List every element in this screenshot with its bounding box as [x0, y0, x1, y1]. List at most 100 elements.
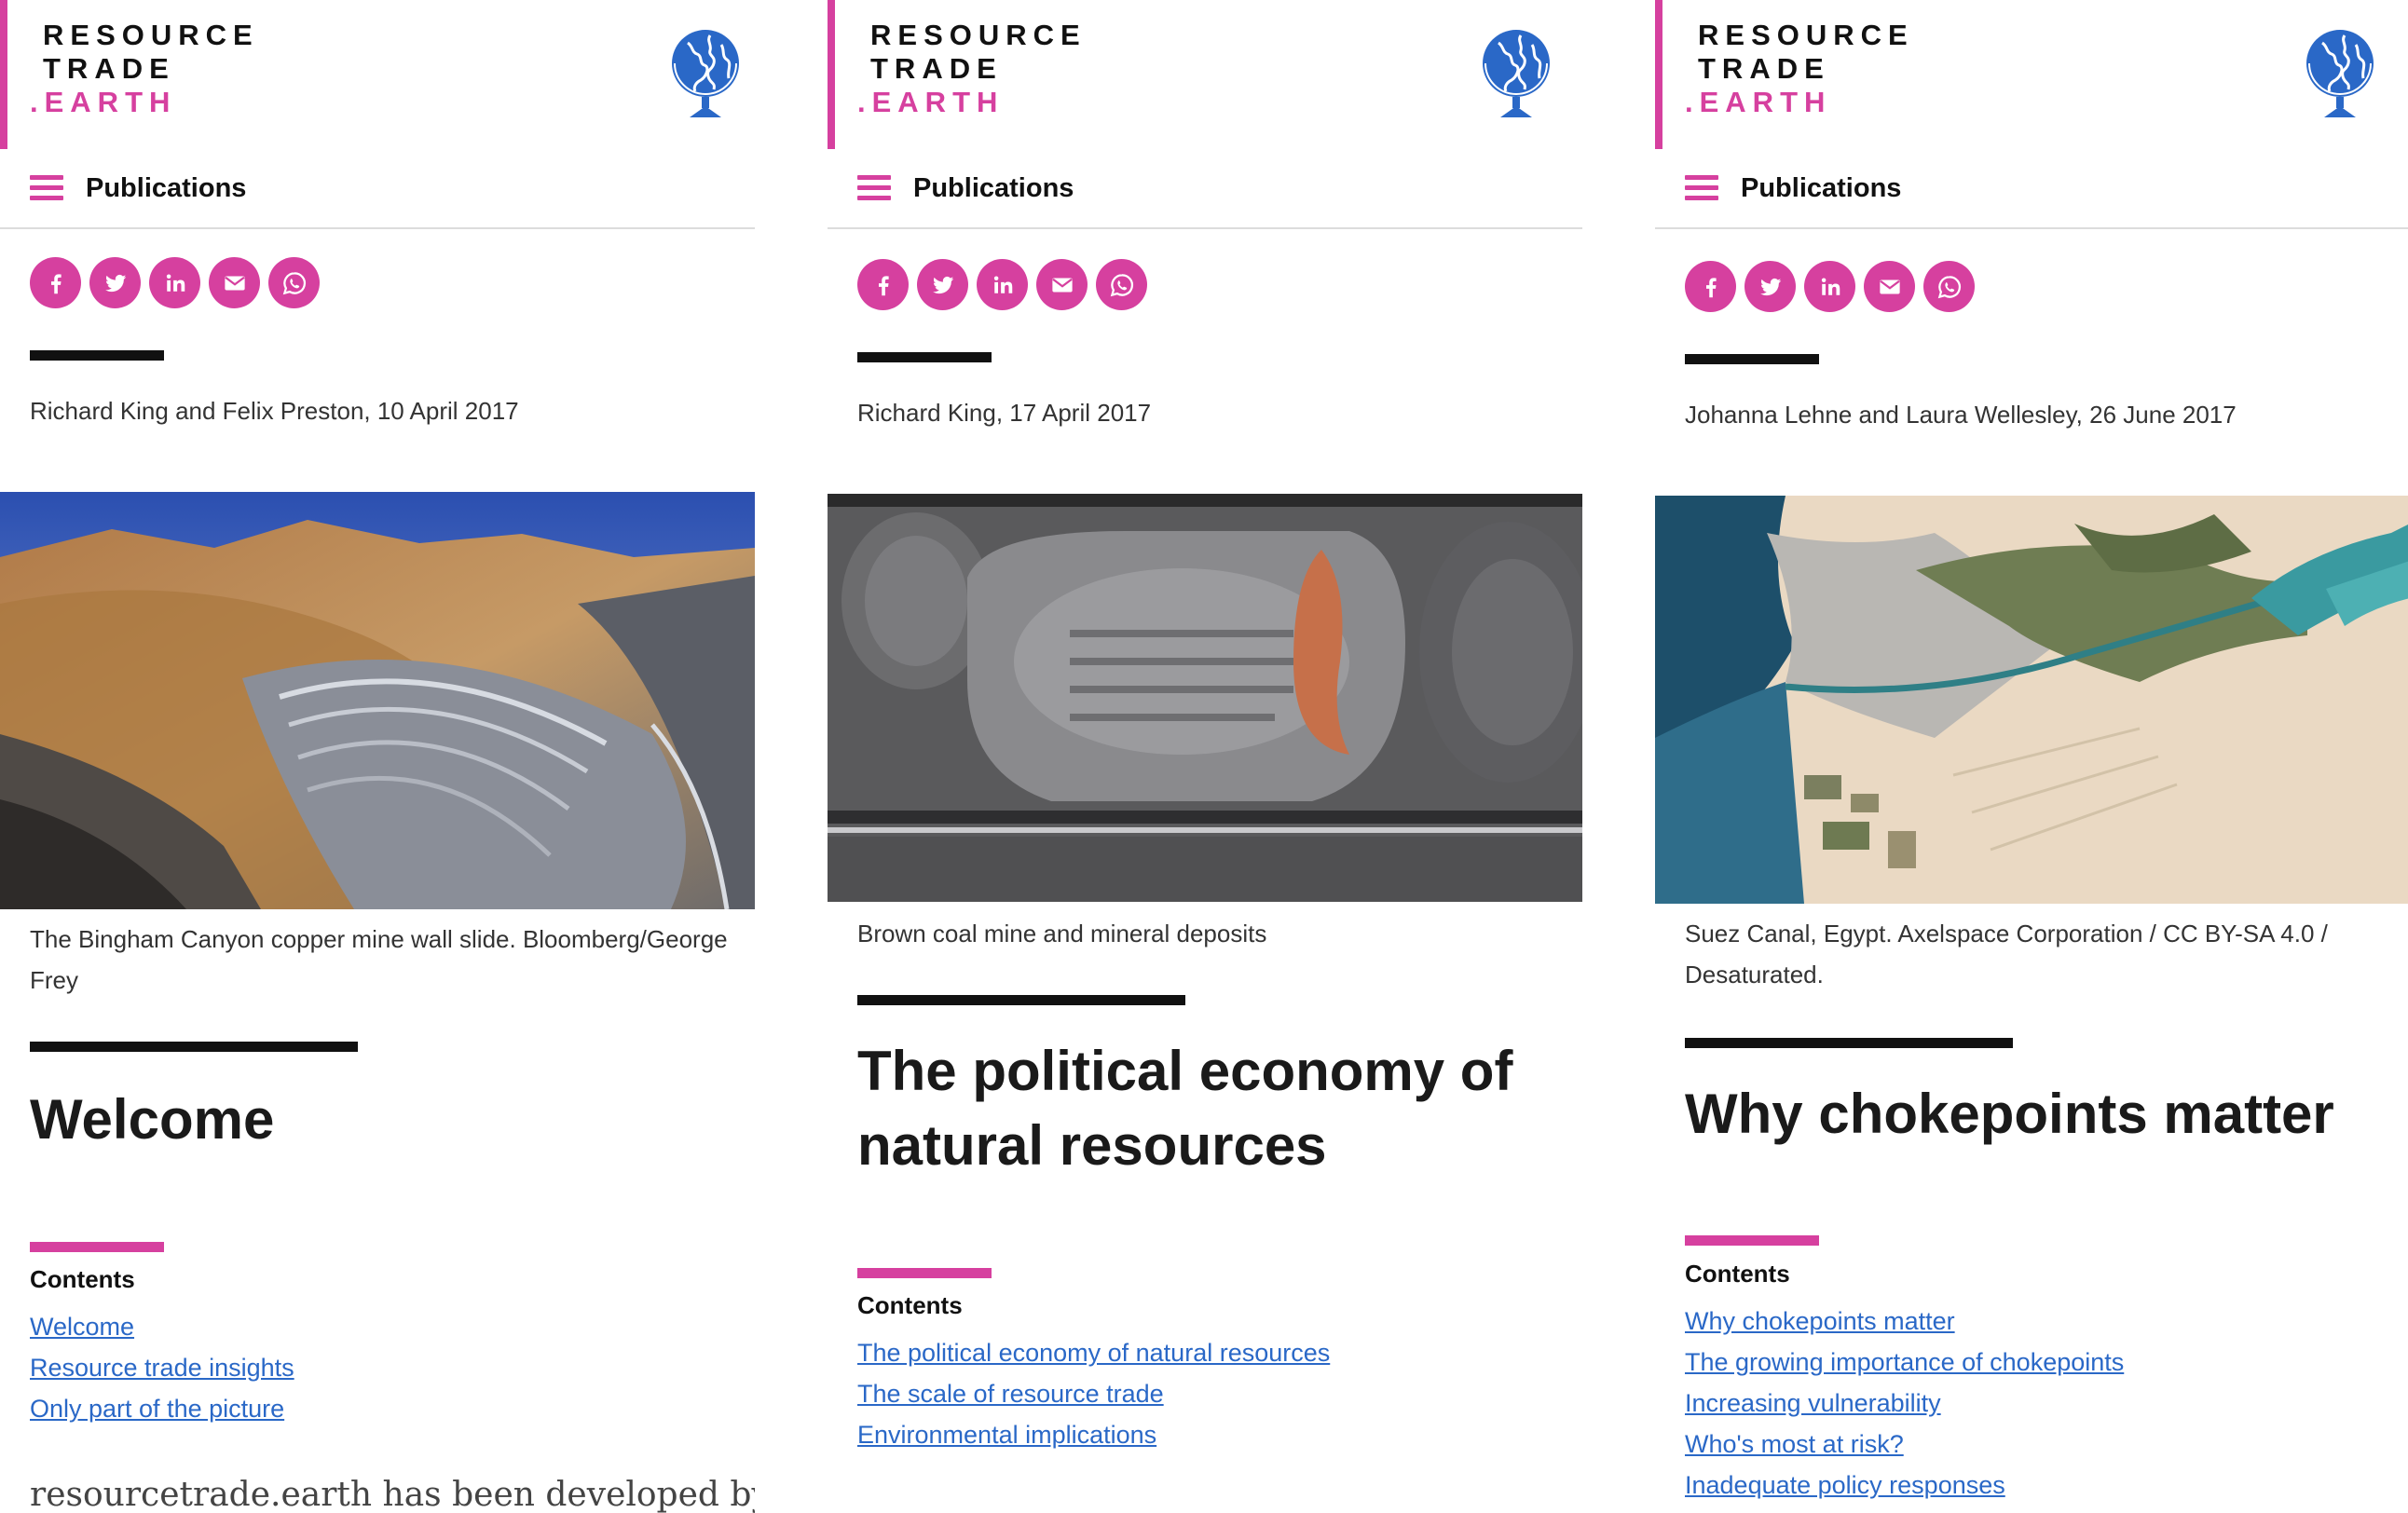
article-panel-welcome: RESOURCE TRADE .EARTH Publications Richa… — [0, 0, 755, 1513]
article-body-start: resourcetrade.earth has been developed b… — [30, 1476, 755, 1513]
hamburger-icon[interactable] — [30, 175, 63, 201]
hamburger-icon[interactable] — [1685, 175, 1718, 201]
facebook-icon[interactable] — [30, 257, 81, 308]
hero-image-copper-mine — [0, 492, 755, 909]
email-icon[interactable] — [1036, 259, 1088, 310]
twitter-icon[interactable] — [917, 259, 968, 310]
toc-item: The political economy of natural resourc… — [857, 1332, 1330, 1373]
brand-accent-bar — [0, 0, 7, 149]
globe-icon[interactable] — [667, 26, 744, 119]
contents-list: Welcome Resource trade insights Only par… — [30, 1306, 294, 1429]
contents-rule — [30, 1242, 164, 1252]
contents-heading: Contents — [1685, 1260, 1790, 1288]
share-bar — [1685, 261, 1975, 312]
publications-menu[interactable]: Publications — [30, 168, 246, 209]
share-bar — [30, 257, 320, 308]
toc-link[interactable]: Increasing vulnerability — [1685, 1389, 1941, 1417]
toc-link[interactable]: Who's most at risk? — [1685, 1430, 1904, 1458]
logo-line-1: RESOURCE — [1698, 19, 1914, 51]
logo-line-2: TRADE — [1698, 52, 1830, 85]
logo-line-1: RESOURCE — [870, 19, 1087, 51]
article-byline: Richard King and Felix Preston, 10 April… — [30, 397, 519, 425]
globe-icon[interactable] — [2302, 26, 2378, 119]
hamburger-icon[interactable] — [857, 175, 891, 201]
contents-rule — [857, 1268, 992, 1278]
image-caption: Brown coal mine and mineral deposits — [857, 920, 1267, 947]
image-caption: Suez Canal, Egypt. Axelspace Corporation… — [1685, 920, 2328, 988]
header-divider — [0, 227, 755, 229]
header-divider — [1655, 227, 2408, 229]
logo-line-3: .EARTH — [857, 86, 1005, 118]
twitter-icon[interactable] — [89, 257, 141, 308]
toc-link[interactable]: The scale of resource trade — [857, 1380, 1164, 1408]
whatsapp-icon[interactable] — [1923, 261, 1975, 312]
article-title: Welcome — [30, 1088, 275, 1151]
contents-rule — [1685, 1235, 1819, 1246]
logo-line-3: .EARTH — [1685, 86, 1832, 118]
linkedin-icon[interactable] — [1804, 261, 1855, 312]
title-rule — [30, 1042, 358, 1052]
menu-label: Publications — [913, 172, 1074, 203]
menu-label: Publications — [86, 172, 247, 203]
image-caption: The Bingham Canyon copper mine wall slid… — [30, 925, 728, 994]
whatsapp-icon[interactable] — [268, 257, 320, 308]
article-panel-political-economy: RESOURCE TRADE .EARTH Publications Richa… — [828, 0, 1582, 1513]
publications-menu[interactable]: Publications — [857, 168, 1074, 209]
toc-item: Inadequate policy responses — [1685, 1465, 2124, 1506]
toc-item: Increasing vulnerability — [1685, 1383, 2124, 1424]
facebook-icon[interactable] — [857, 259, 909, 310]
contents-list: The political economy of natural resourc… — [857, 1332, 1330, 1455]
toc-link[interactable]: Welcome — [30, 1313, 134, 1341]
brand-accent-bar — [1655, 0, 1662, 149]
logo-line-1: RESOURCE — [43, 19, 259, 51]
globe-icon[interactable] — [1478, 26, 1554, 119]
header-divider — [828, 227, 1582, 229]
linkedin-icon[interactable] — [149, 257, 200, 308]
article-byline: Richard King, 17 April 2017 — [857, 399, 1152, 427]
toc-item: Why chokepoints matter — [1685, 1301, 2124, 1342]
toc-link[interactable]: Why chokepoints matter — [1685, 1307, 1955, 1335]
email-icon[interactable] — [209, 257, 260, 308]
title-rule — [857, 995, 1185, 1005]
toc-link[interactable]: The growing importance of chokepoints — [1685, 1348, 2124, 1376]
logo-line-2: TRADE — [43, 52, 175, 85]
contents-heading: Contents — [30, 1265, 135, 1293]
brand-accent-bar — [828, 0, 835, 149]
toc-link[interactable]: Resource trade insights — [30, 1354, 294, 1382]
site-logo[interactable]: RESOURCE TRADE .EARTH — [857, 19, 1087, 119]
hero-image-suez-canal — [1655, 496, 2408, 904]
toc-item: The growing importance of chokepoints — [1685, 1342, 2124, 1383]
email-icon[interactable] — [1864, 261, 1915, 312]
article-title: Why chokepoints matter — [1685, 1083, 2334, 1145]
title-rule — [1685, 1038, 2013, 1048]
section-rule — [857, 352, 992, 362]
article-panel-chokepoints: RESOURCE TRADE .EARTH Publications Johan… — [1655, 0, 2408, 1513]
toc-link[interactable]: Only part of the picture — [30, 1395, 284, 1423]
site-logo[interactable]: RESOURCE TRADE .EARTH — [1685, 19, 1914, 119]
section-rule — [1685, 354, 1819, 364]
toc-item: The scale of resource trade — [857, 1373, 1330, 1414]
publications-menu[interactable]: Publications — [1685, 168, 1901, 209]
linkedin-icon[interactable] — [977, 259, 1028, 310]
toc-link[interactable]: The political economy of natural resourc… — [857, 1339, 1330, 1367]
toc-item: Welcome — [30, 1306, 294, 1347]
contents-heading: Contents — [857, 1291, 963, 1319]
toc-link[interactable]: Inadequate policy responses — [1685, 1471, 2005, 1499]
logo-line-3: .EARTH — [30, 86, 177, 118]
menu-label: Publications — [1741, 172, 1902, 203]
twitter-icon[interactable] — [1744, 261, 1796, 312]
site-logo[interactable]: RESOURCE TRADE .EARTH — [30, 19, 259, 119]
contents-list: Why chokepoints matter The growing impor… — [1685, 1301, 2124, 1506]
whatsapp-icon[interactable] — [1096, 259, 1147, 310]
toc-item: Environmental implications — [857, 1414, 1330, 1455]
toc-item: Who's most at risk? — [1685, 1424, 2124, 1465]
logo-line-2: TRADE — [870, 52, 1003, 85]
share-bar — [857, 259, 1147, 310]
article-title: The political economy of natural resourc… — [857, 1040, 1513, 1177]
facebook-icon[interactable] — [1685, 261, 1736, 312]
toc-link[interactable]: Environmental implications — [857, 1421, 1156, 1449]
hero-image-coal-mine — [828, 494, 1582, 902]
toc-item: Resource trade insights — [30, 1347, 294, 1388]
toc-item: Only part of the picture — [30, 1388, 294, 1429]
section-rule — [30, 350, 164, 361]
